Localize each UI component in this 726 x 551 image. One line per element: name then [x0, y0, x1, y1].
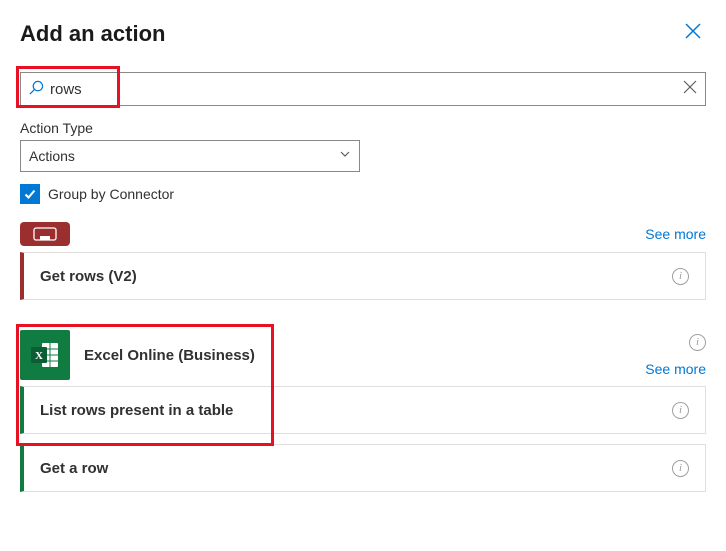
see-more-link[interactable]: See more — [645, 226, 706, 242]
action-get-a-row[interactable]: Get a row i — [20, 444, 706, 492]
action-get-rows-v2[interactable]: Get rows (V2) i — [20, 252, 706, 300]
search-field[interactable] — [20, 72, 706, 106]
connector-name-excel: Excel Online (Business) — [84, 347, 255, 364]
clear-search-button[interactable] — [683, 80, 697, 99]
connector-icon-sql — [20, 222, 70, 246]
action-list-rows-present[interactable]: List rows present in a table i — [20, 386, 706, 434]
action-type-select[interactable]: Actions — [20, 140, 360, 172]
close-icon — [684, 22, 702, 40]
check-icon — [23, 187, 37, 201]
info-icon[interactable]: i — [689, 334, 706, 351]
group-by-connector-checkbox[interactable] — [20, 184, 40, 204]
info-icon[interactable]: i — [672, 402, 689, 419]
close-button[interactable] — [680, 18, 706, 50]
info-icon[interactable]: i — [672, 460, 689, 477]
info-icon[interactable]: i — [672, 268, 689, 285]
action-type-label: Action Type — [20, 120, 706, 136]
search-icon — [29, 80, 44, 99]
see-more-link[interactable]: See more — [645, 361, 706, 377]
action-title: List rows present in a table — [40, 402, 233, 419]
group-by-connector-label: Group by Connector — [48, 186, 174, 202]
search-input[interactable] — [50, 81, 683, 98]
chevron-down-icon — [339, 147, 351, 165]
page-title: Add an action — [20, 21, 165, 47]
action-title: Get rows (V2) — [40, 268, 137, 285]
action-title: Get a row — [40, 460, 108, 477]
svg-text:X: X — [35, 350, 43, 362]
x-icon — [683, 80, 697, 94]
action-type-value: Actions — [29, 148, 75, 164]
connector-icon-excel: X — [20, 330, 70, 380]
